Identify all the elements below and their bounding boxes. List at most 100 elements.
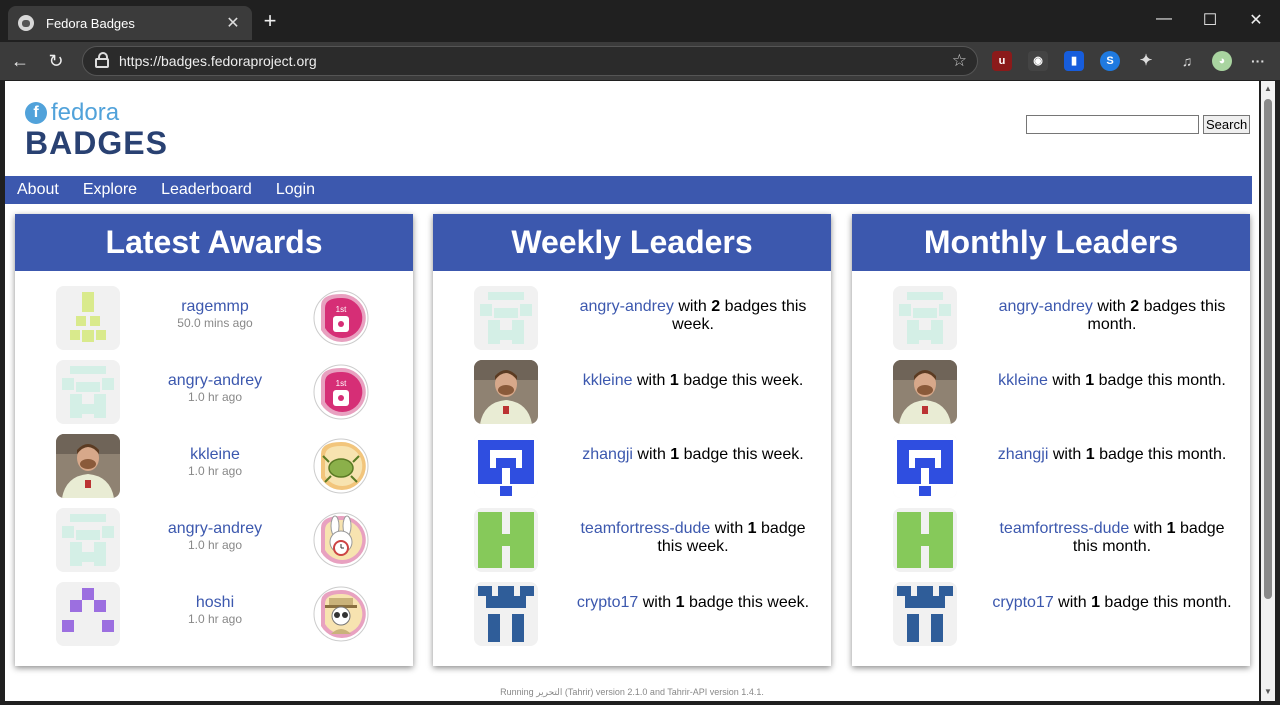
award-time: 1.0 hr ago — [187, 464, 243, 478]
user-avatar[interactable] — [56, 508, 120, 572]
user-avatar[interactable] — [56, 582, 120, 646]
badge-count: 1 — [747, 520, 757, 537]
badge-image-icon[interactable]: 1st — [313, 364, 369, 420]
nav-explore[interactable]: Explore — [83, 181, 137, 199]
maximize-icon[interactable]: ☐ — [1198, 10, 1222, 30]
minimize-icon[interactable]: — — [1152, 10, 1176, 28]
award-username[interactable]: ragemmp — [135, 298, 295, 316]
leader-username[interactable]: teamfortress-dude — [580, 520, 710, 537]
user-avatar[interactable] — [893, 286, 957, 350]
reload-icon[interactable]: ↻ — [44, 50, 68, 72]
glasses-extension-icon[interactable]: ◉ — [1028, 51, 1048, 71]
scroll-up-icon[interactable]: ▲ — [1264, 84, 1272, 93]
browser-titlebar: Fedora Badges ✕ + — ☐ ✕ — [0, 0, 1280, 42]
fedora-badges-logo[interactable]: f fedora BADGES — [25, 99, 168, 159]
browser-toolbar: ← ↻ https://badges.fedoraproject.org ☆ u… — [0, 42, 1280, 80]
user-avatar[interactable] — [474, 286, 538, 350]
nav-leaderboard[interactable]: Leaderboard — [161, 181, 252, 199]
search-button[interactable]: Search — [1203, 115, 1251, 134]
user-avatar[interactable] — [893, 360, 957, 424]
bitwarden-icon[interactable]: ▮ — [1064, 51, 1084, 71]
leader-text: kkleine with 1 badge this week. — [582, 372, 804, 389]
close-tab-icon[interactable]: ✕ — [224, 13, 242, 33]
award-username[interactable]: angry-andrey — [135, 520, 295, 538]
ublock-icon[interactable]: u — [992, 51, 1012, 71]
award-row: angry-andrey 1.0 hr ago — [15, 508, 413, 572]
scrollbar-thumb[interactable] — [1264, 99, 1272, 599]
badge-count: 2 — [1130, 298, 1140, 315]
leader-text: zhangji with 1 badge this month. — [997, 446, 1227, 463]
award-username[interactable]: angry-andrey — [135, 372, 295, 390]
leader-username[interactable]: zhangji — [998, 446, 1049, 463]
badge-count: 2 — [711, 298, 721, 315]
url-text[interactable]: https://badges.fedoraproject.org — [119, 53, 952, 69]
user-avatar[interactable] — [56, 434, 120, 498]
close-window-icon[interactable]: ✕ — [1244, 10, 1268, 30]
user-avatar[interactable] — [56, 286, 120, 350]
user-avatar[interactable] — [474, 360, 538, 424]
leader-row: zhangji with 1 badge this month. — [852, 434, 1250, 498]
latest-awards-title: Latest Awards — [15, 214, 413, 271]
favorite-star-icon[interactable]: ☆ — [952, 51, 967, 71]
leader-row: crypto17 with 1 badge this week. — [433, 582, 831, 646]
award-username[interactable]: kkleine — [135, 446, 295, 464]
back-icon[interactable]: ← — [8, 50, 32, 72]
leader-username[interactable]: crypto17 — [577, 594, 638, 611]
user-avatar[interactable] — [893, 582, 957, 646]
lock-icon — [95, 52, 109, 68]
latest-awards-panel: Latest Awards ragemmp 50.0 mins ago 1st ang… — [15, 214, 413, 666]
leader-username[interactable]: angry-andrey — [999, 298, 1093, 315]
leader-row: zhangji with 1 badge this week. — [433, 434, 831, 498]
svg-text:1st: 1st — [336, 305, 347, 314]
badge-count: 1 — [670, 446, 680, 463]
extensions-puzzle-icon[interactable]: ✦ — [1136, 51, 1156, 71]
leader-text: crypto17 with 1 badge this week. — [576, 594, 810, 611]
badge-count: 1 — [1091, 594, 1100, 611]
leader-username[interactable]: kkleine — [583, 372, 633, 389]
nav-login[interactable]: Login — [276, 181, 315, 199]
footer-version: Running التحرير (Tahrir) version 2.1.0 a… — [500, 687, 764, 697]
scroll-down-icon[interactable]: ▼ — [1264, 687, 1272, 696]
leader-row: teamfortress-dude with 1 badge this mont… — [852, 508, 1250, 572]
profile-avatar[interactable]: ◕ — [1212, 51, 1232, 71]
leader-username[interactable]: angry-andrey — [580, 298, 674, 315]
badge-image-icon[interactable] — [313, 586, 369, 642]
monthly-leaders-title: Monthly Leaders — [852, 214, 1250, 271]
shazam-icon[interactable]: S — [1100, 51, 1120, 71]
award-username[interactable]: hoshi — [135, 594, 295, 612]
search-input[interactable] — [1026, 115, 1199, 134]
badge-count: 1 — [1085, 446, 1095, 463]
badge-image-icon[interactable] — [313, 438, 369, 494]
award-time: 1.0 hr ago — [187, 538, 243, 552]
award-row: ragemmp 50.0 mins ago 1st — [15, 286, 413, 350]
nav-about[interactable]: About — [17, 181, 59, 199]
leader-username[interactable]: kkleine — [998, 372, 1048, 389]
user-avatar[interactable] — [474, 508, 538, 572]
browser-tab[interactable]: Fedora Badges ✕ — [8, 6, 252, 40]
leader-username[interactable]: teamfortress-dude — [999, 520, 1129, 537]
favorites-list-icon[interactable]: ♫ — [1177, 51, 1197, 71]
new-tab-icon[interactable]: + — [258, 10, 282, 34]
award-row: angry-andrey 1.0 hr ago 1st — [15, 360, 413, 424]
leader-row: angry-andrey with 2 badges this week. — [433, 286, 831, 350]
leader-text: teamfortress-dude with 1 badge this week… — [580, 520, 806, 555]
user-avatar[interactable] — [474, 434, 538, 498]
award-time: 1.0 hr ago — [187, 390, 243, 404]
user-avatar[interactable] — [893, 434, 957, 498]
main-nav: About Explore Leaderboard Login — [5, 176, 1252, 204]
leader-username[interactable]: zhangji — [582, 446, 633, 463]
page-viewport: f fedora BADGES Search About Explore Lea… — [5, 81, 1259, 701]
user-avatar[interactable] — [56, 360, 120, 424]
user-avatar[interactable] — [474, 582, 538, 646]
user-avatar[interactable] — [893, 508, 957, 572]
leader-text: angry-andrey with 2 badges this week. — [579, 298, 807, 333]
leader-row: teamfortress-dude with 1 badge this week… — [433, 508, 831, 572]
monthly-leaders-panel: Monthly Leaders angry-andrey with 2 badg… — [852, 214, 1250, 666]
badge-image-icon[interactable] — [313, 512, 369, 568]
page-scrollbar[interactable]: ▲ ▼ — [1261, 81, 1275, 701]
address-bar[interactable]: https://badges.fedoraproject.org ☆ — [82, 46, 978, 76]
leader-row: crypto17 with 1 badge this month. — [852, 582, 1250, 646]
leader-username[interactable]: crypto17 — [992, 594, 1053, 611]
more-menu-icon[interactable]: ··· — [1248, 51, 1268, 71]
badge-image-icon[interactable]: 1st — [313, 290, 369, 346]
